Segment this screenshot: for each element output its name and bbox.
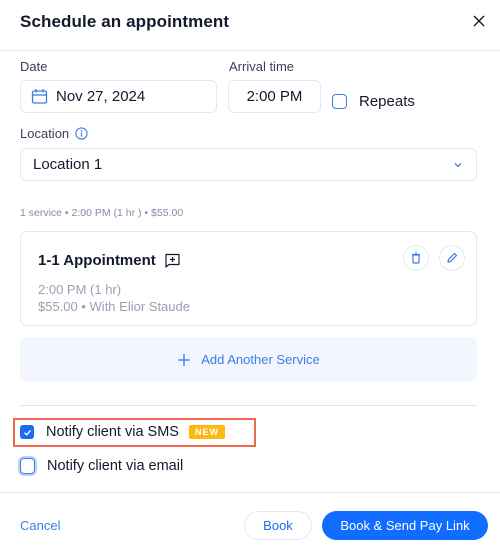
arrival-time-label: Arrival time (229, 59, 295, 74)
notify-sms-label: Notify client via SMS (46, 424, 179, 440)
chevron-down-icon (454, 162, 462, 167)
location-value: Location 1 (33, 156, 103, 173)
date-value: Nov 27, 2024 (56, 88, 146, 105)
close-button[interactable] (468, 10, 490, 32)
divider (20, 405, 477, 406)
plus-icon (178, 353, 191, 366)
new-badge: NEW (188, 425, 225, 439)
add-note-icon[interactable] (164, 252, 181, 269)
trash-icon (412, 252, 420, 264)
notify-sms-checkbox[interactable]: Notify client via SMS NEW (20, 424, 225, 440)
repeats-checkbox[interactable]: Repeats (332, 93, 415, 110)
footer-divider (0, 492, 500, 493)
service-details: $55.00 • With Elior Staude (38, 299, 190, 314)
location-label: Location (20, 126, 70, 141)
notify-email-checkbox[interactable]: Notify client via email (20, 458, 183, 474)
email-checkbox-box[interactable] (20, 458, 35, 474)
sms-checkbox-box[interactable] (20, 425, 34, 439)
pencil-icon (447, 252, 458, 263)
dialog-title: Schedule an appointment (20, 12, 230, 31)
service-name: 1-1 Appointment (38, 252, 156, 269)
add-service-label: Add Another Service (201, 352, 320, 367)
add-another-service-button[interactable]: Add Another Service (20, 337, 477, 382)
calendar-icon (31, 89, 48, 104)
repeats-label: Repeats (359, 93, 415, 110)
notify-email-label: Notify client via email (47, 458, 184, 474)
repeats-checkbox-box[interactable] (332, 94, 347, 109)
service-time: 2:00 PM (1 hr) (38, 282, 122, 297)
service-title-row: 1-1 Appointment (38, 252, 181, 269)
book-button[interactable]: Book (244, 511, 312, 540)
arrival-time-field[interactable]: 2:00 PM (228, 80, 321, 113)
cancel-button[interactable]: Cancel (20, 518, 60, 533)
checkmark-icon (23, 429, 31, 436)
date-field[interactable]: Nov 27, 2024 (20, 80, 217, 113)
close-icon (473, 15, 485, 27)
delete-service-button[interactable] (403, 245, 429, 271)
edit-service-button[interactable] (439, 245, 465, 271)
book-send-pay-link-button[interactable]: Book & Send Pay Link (322, 511, 488, 540)
arrival-time-value: 2:00 PM (246, 88, 303, 105)
service-card: 1-1 Appointment 2:00 PM (1 hr) $55.00 • … (20, 231, 477, 326)
info-icon[interactable] (75, 127, 88, 140)
dialog-header: Schedule an appointment (0, 0, 500, 51)
date-label: Date (20, 59, 48, 74)
services-summary: 1 service • 2:00 PM (1 hr ) • $55.00 (20, 207, 184, 219)
location-dropdown[interactable]: Location 1 (20, 148, 477, 181)
location-label-row: Location (20, 126, 88, 141)
